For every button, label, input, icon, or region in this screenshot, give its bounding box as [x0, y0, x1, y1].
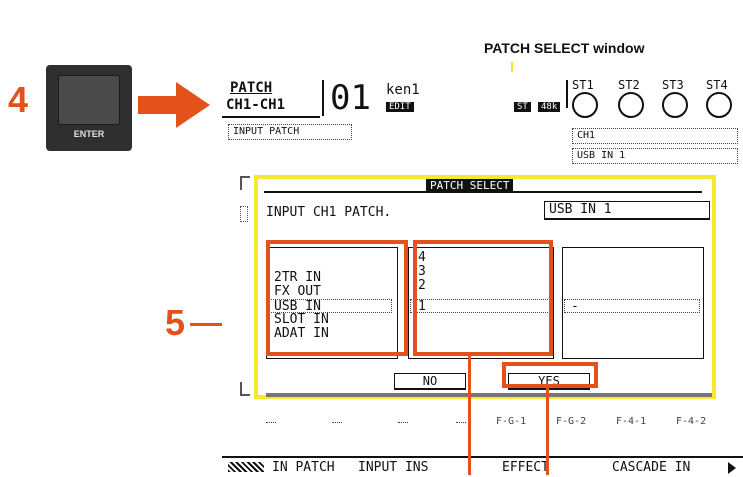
- highlight-number-column: [413, 240, 553, 356]
- step-4-number: 4: [8, 79, 29, 120]
- bg-bracket-left-3: [240, 382, 250, 396]
- bg-dots-4: [456, 422, 466, 424]
- step-5-number: 5: [165, 302, 186, 343]
- dialog-prompt: INPUT CH1 PATCH.: [266, 205, 392, 220]
- st1-label: ST1: [572, 78, 594, 92]
- bottom-label: F-G-1: [496, 416, 527, 427]
- tab-bar: IN PATCH INPUT INS EFFECT CASCADE IN: [222, 456, 743, 477]
- tab-in-patch[interactable]: IN PATCH: [272, 460, 335, 475]
- dialog-shadow: [266, 393, 712, 397]
- usb-box: USB IN 1: [572, 148, 738, 164]
- st2-label: ST2: [618, 78, 640, 92]
- st2-knob-icon[interactable]: [618, 92, 644, 118]
- current-value-field[interactable]: USB IN 1: [544, 201, 710, 220]
- header-underline: [222, 116, 320, 118]
- st3-knob-icon[interactable]: [662, 92, 688, 118]
- connector-yes-button: [546, 388, 549, 475]
- dialog-title-rule: [264, 191, 702, 193]
- st4-label: ST4: [706, 78, 728, 92]
- st-separator: [566, 80, 568, 108]
- tab-next-arrow-icon[interactable]: [728, 462, 736, 474]
- scene-name: ken1: [386, 82, 420, 98]
- scene-number: 01: [330, 78, 371, 118]
- header-divider: [322, 80, 324, 116]
- highlight-source-column: [266, 240, 408, 356]
- third-column-selected[interactable]: -: [564, 299, 700, 314]
- enter-key-label: ENTER: [73, 129, 105, 139]
- bottom-label: F-G-2: [556, 416, 587, 427]
- window-label: PATCH SELECT window: [484, 40, 645, 56]
- enter-key[interactable]: ENTER: [46, 65, 132, 151]
- st1-knob-icon[interactable]: [572, 92, 598, 118]
- connector-number-column: [468, 356, 471, 475]
- enter-key-cap: [58, 75, 120, 125]
- tab-cascade-in[interactable]: CASCADE IN: [612, 460, 690, 475]
- bg-dots-2: [332, 422, 342, 424]
- ch-box: CH1: [572, 128, 738, 144]
- bg-bracket-left-1: [240, 176, 250, 190]
- patch-title: PATCH: [230, 80, 273, 96]
- channel-range: CH1-CH1: [226, 97, 286, 113]
- no-button[interactable]: NO: [394, 373, 466, 390]
- bg-dots-1: [266, 422, 276, 424]
- bg-dots-3: [398, 422, 408, 424]
- edit-badge: EDIT: [386, 102, 414, 112]
- st-badge: ST: [514, 102, 531, 112]
- st4-knob-icon[interactable]: [706, 92, 732, 118]
- tab-hatch-start: [228, 462, 264, 472]
- bg-bracket-left-2: [240, 206, 248, 222]
- tab-input-ins[interactable]: INPUT INS: [358, 460, 428, 475]
- highlight-yes-button: [502, 362, 598, 388]
- bottom-label: F-4-1: [616, 416, 647, 427]
- rate-badge: 48k: [538, 102, 561, 112]
- bottom-label: F-4-2: [676, 416, 707, 427]
- st3-label: ST3: [662, 78, 684, 92]
- arrow-right-icon: [138, 82, 210, 128]
- input-patch-box: INPUT PATCH: [228, 124, 352, 140]
- tab-effect[interactable]: EFFECT: [502, 460, 549, 475]
